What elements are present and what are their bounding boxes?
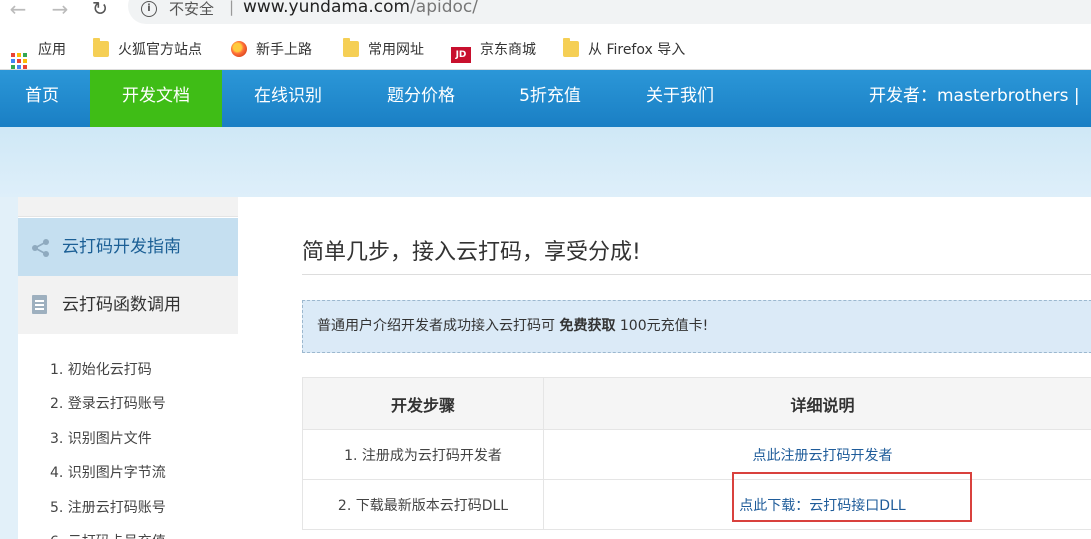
folder-icon bbox=[93, 38, 109, 57]
notice-suffix: 100元充值卡! bbox=[615, 318, 709, 334]
bookmarks-bar: 应用 火狐官方站点 新手上路 常用网址 JD 京东商城 从 Firefox 导入 bbox=[0, 36, 1091, 70]
steps-table: 开发步骤 详细说明 1. 注册成为云打码开发者 点此注册云打码开发者 2. 下载… bbox=[302, 377, 1091, 530]
sidebar-header bbox=[18, 197, 238, 217]
nav-online-recognition[interactable]: 在线识别 bbox=[228, 70, 348, 127]
sidebar-subitem-init[interactable]: 1. 初始化云打码 bbox=[50, 359, 152, 379]
back-arrow-icon[interactable]: ← bbox=[6, 0, 30, 20]
apps-grid-icon bbox=[11, 53, 27, 69]
firefox-icon bbox=[231, 41, 247, 57]
url-path: /apidoc/ bbox=[410, 0, 478, 17]
forward-arrow-icon[interactable]: → bbox=[48, 0, 72, 20]
browser-toolbar: ← → ↻ i 不安全 | www.yundama.com/apidoc/ bbox=[0, 0, 1091, 36]
info-icon[interactable]: i bbox=[141, 1, 157, 17]
insecure-label: 不安全 bbox=[169, 0, 215, 18]
bookmark-label: 常用网址 bbox=[368, 42, 424, 58]
header-step: 开发步骤 bbox=[302, 377, 544, 430]
table-row: 1. 注册成为云打码开发者 点此注册云打码开发者 bbox=[302, 429, 1091, 480]
register-developer-link[interactable]: 点此注册云打码开发者 bbox=[753, 448, 893, 464]
main-content: 简单几步，接入云打码，享受分成! 普通用户介绍开发者成功接入云打码可 免费获取 … bbox=[238, 197, 1091, 539]
banner bbox=[0, 127, 1091, 197]
title-divider bbox=[302, 274, 1091, 275]
notice-bold: 免费获取 bbox=[559, 318, 616, 334]
sidebar-subitem-register[interactable]: 5. 注册云打码账号 bbox=[50, 497, 166, 517]
nav-about[interactable]: 关于我们 bbox=[620, 70, 740, 127]
bookmark-jd[interactable]: JD 京东商城 bbox=[451, 39, 536, 63]
page-title: 简单几步，接入云打码，享受分成! bbox=[302, 240, 641, 265]
bookmark-common-sites[interactable]: 常用网址 bbox=[343, 38, 424, 61]
site-nav: 首页 开发文档 在线识别 题分价格 5折充值 关于我们 开发者：masterbr… bbox=[0, 70, 1091, 127]
share-icon bbox=[32, 239, 49, 257]
reload-icon[interactable]: ↻ bbox=[88, 0, 112, 20]
download-dll-link[interactable]: 点此下载：云打码接口DLL bbox=[739, 498, 905, 514]
nav-recharge[interactable]: 5折充值 bbox=[494, 70, 606, 127]
jd-icon: JD bbox=[451, 47, 471, 63]
detail-cell: 点此下载：云打码接口DLL bbox=[543, 479, 1091, 530]
bookmark-label: 应用 bbox=[38, 42, 66, 58]
detail-cell: 点此注册云打码开发者 bbox=[543, 429, 1091, 480]
sidebar-subitem-card-recharge[interactable]: 6. 云打码卡号充值 bbox=[50, 531, 166, 539]
folder-icon bbox=[563, 38, 579, 57]
url-text[interactable]: www.yundama.com/apidoc/ bbox=[243, 0, 478, 17]
bookmark-getting-started[interactable]: 新手上路 bbox=[231, 39, 312, 61]
table-row: 2. 下载最新版本云打码DLL 点此下载：云打码接口DLL bbox=[302, 479, 1091, 530]
developer-account[interactable]: 开发者：masterbrothers | bbox=[869, 70, 1080, 127]
sidebar-item-dev-guide[interactable]: 云打码开发指南 bbox=[18, 218, 260, 276]
bookmark-label: 新手上路 bbox=[256, 42, 312, 58]
bookmark-apps[interactable]: 应用 bbox=[11, 39, 66, 69]
sidebar-subitem-recognize-file[interactable]: 3. 识别图片文件 bbox=[50, 428, 152, 448]
folder-icon bbox=[343, 38, 359, 57]
url-host: www.yundama.com bbox=[243, 0, 411, 17]
sidebar: 云打码开发指南 云打码函数调用 1. 初始化云打码 2. 登录云打码账号 3. … bbox=[18, 197, 260, 539]
notice-prefix: 普通用户介绍开发者成功接入云打码可 bbox=[317, 318, 560, 334]
sidebar-subitem-recognize-bytes[interactable]: 4. 识别图片字节流 bbox=[50, 462, 166, 482]
bookmark-label: 火狐官方站点 bbox=[118, 42, 202, 58]
sidebar-subitem-login[interactable]: 2. 登录云打码账号 bbox=[50, 393, 166, 413]
sidebar-item-functions[interactable]: 云打码函数调用 bbox=[18, 276, 238, 334]
bookmark-firefox-import[interactable]: 从 Firefox 导入 bbox=[563, 38, 686, 61]
table-header-row: 开发步骤 详细说明 bbox=[302, 377, 1091, 430]
header-detail: 详细说明 bbox=[543, 377, 1091, 430]
step-cell: 1. 注册成为云打码开发者 bbox=[302, 429, 544, 480]
bookmark-firefox-official[interactable]: 火狐官方站点 bbox=[93, 38, 202, 61]
sidebar-item-label: 云打码开发指南 bbox=[62, 237, 181, 257]
bookmark-label: 京东商城 bbox=[480, 42, 536, 58]
bookmark-label: 从 Firefox 导入 bbox=[588, 42, 686, 58]
nav-home[interactable]: 首页 bbox=[0, 70, 84, 127]
notice-box: 普通用户介绍开发者成功接入云打码可 免费获取 100元充值卡! bbox=[302, 300, 1091, 353]
document-icon bbox=[32, 295, 47, 314]
nav-pricing[interactable]: 题分价格 bbox=[360, 70, 482, 127]
step-cell: 2. 下载最新版本云打码DLL bbox=[302, 479, 544, 530]
nav-dev-docs[interactable]: 开发文档 bbox=[90, 70, 222, 127]
url-separator: | bbox=[229, 0, 235, 16]
sidebar-item-label: 云打码函数调用 bbox=[62, 295, 181, 315]
